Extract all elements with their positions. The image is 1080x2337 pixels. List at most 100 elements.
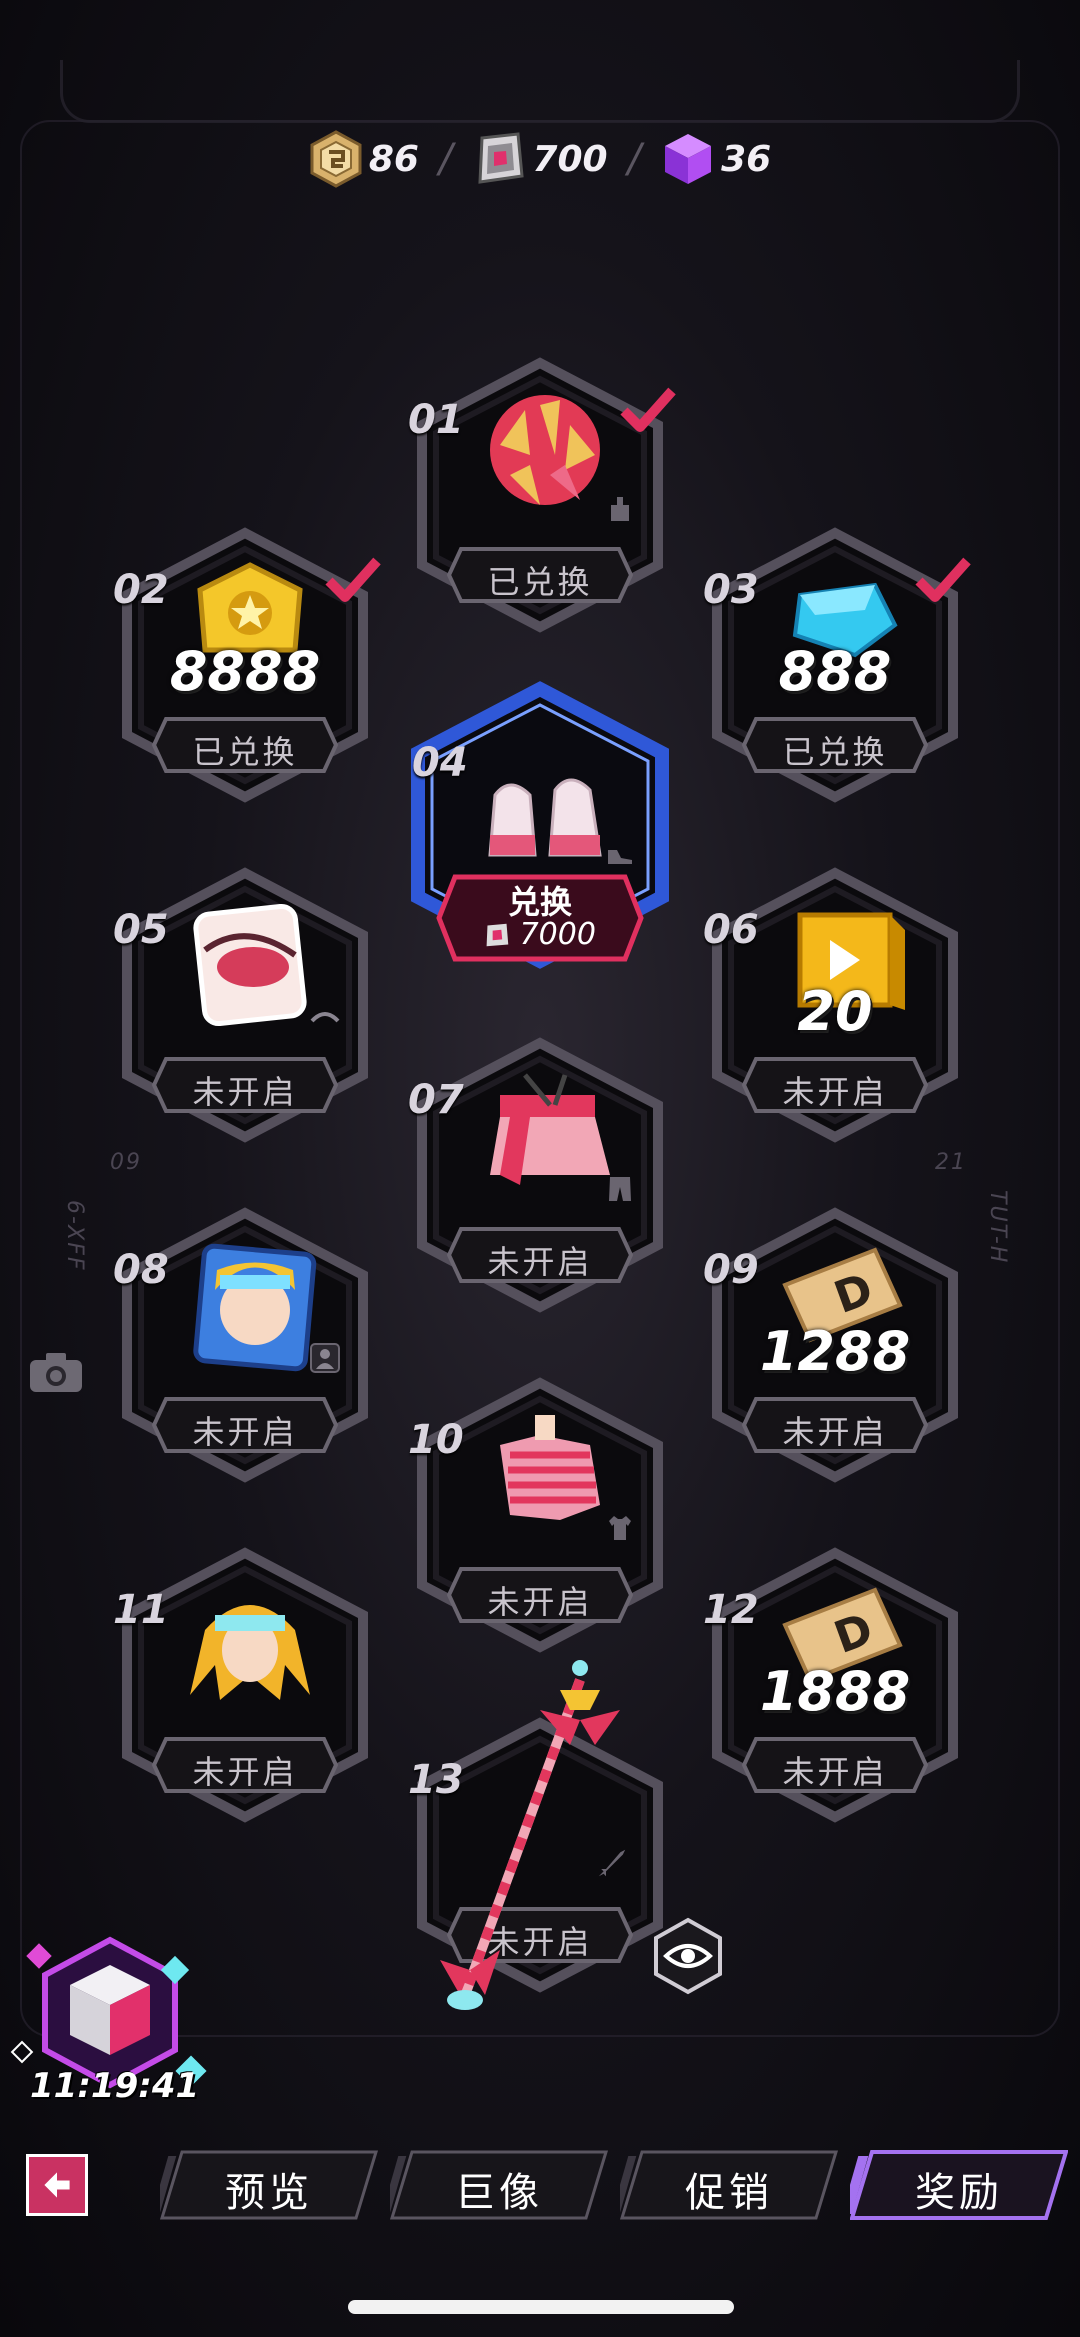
- locked-label: 未开启: [782, 1073, 888, 1111]
- pompom-hair-icon: [490, 395, 600, 505]
- redeem-cost-value: 7000: [519, 917, 596, 952]
- glove-icon: [611, 497, 629, 521]
- claimed-label: 已兑换: [782, 733, 888, 771]
- locked-button[interactable]: 未开启: [740, 1735, 930, 1795]
- pants-icon: [609, 1177, 631, 1201]
- currency-bar: 86 / 700 / 36: [0, 130, 1080, 188]
- claimed-label: 已兑换: [192, 733, 298, 771]
- reward-amount: 8888: [169, 640, 321, 703]
- reward-slot-07[interactable]: 07 未开启: [390, 1025, 690, 1325]
- slot-number: 08: [113, 1247, 169, 1293]
- slot-number: 02: [113, 567, 169, 613]
- slot-number: 09: [703, 1247, 759, 1293]
- check-icon: [620, 385, 676, 435]
- tab-rewards-label: 奖励: [915, 2170, 1003, 2216]
- gold-coin-icon: [310, 130, 362, 188]
- side-label-right: TUT-H: [985, 1190, 1010, 1265]
- locked-label: 未开启: [487, 1583, 593, 1621]
- currency-separator: /: [438, 136, 453, 182]
- reward-slot-03[interactable]: 03 888 已兑换: [685, 515, 985, 815]
- sneakers-icon: [488, 778, 602, 857]
- reward-slot-09[interactable]: 09 D 1288 未开启: [685, 1195, 985, 1495]
- locked-button[interactable]: 未开启: [740, 1395, 930, 1455]
- background-frame-top: [60, 60, 1020, 123]
- currency-separator: /: [627, 136, 642, 182]
- purple-cube-icon: [665, 134, 712, 184]
- slot-number: 01: [408, 397, 464, 443]
- hair-visor-icon: [190, 1605, 310, 1700]
- magic-staff-icon: [440, 1660, 620, 2010]
- tab-rewards[interactable]: 奖励: [850, 2150, 1068, 2220]
- pink-gem-icon: [478, 132, 525, 184]
- reward-slot-05[interactable]: 05 未开启: [95, 855, 395, 1155]
- shoe-icon: [608, 850, 632, 864]
- back-button[interactable]: [26, 2154, 88, 2216]
- eye-preview-icon[interactable]: [648, 1916, 728, 1996]
- side-label-left: 6-XFF: [62, 1200, 87, 1272]
- person-icon: [310, 1343, 340, 1373]
- skirt-icon: [490, 1073, 610, 1185]
- home-indicator[interactable]: [348, 2300, 734, 2314]
- currency-cube: 36: [661, 130, 771, 188]
- slot-number: 05: [113, 907, 169, 953]
- slot-number: 07: [408, 1077, 464, 1123]
- arrow-left-icon: [44, 2172, 70, 2198]
- locked-button[interactable]: 未开启: [150, 1055, 340, 1115]
- eyeshadow-icon: [193, 903, 307, 1027]
- slot-number: 12: [703, 1587, 759, 1633]
- tab-promotion[interactable]: 促销: [620, 2150, 838, 2220]
- tab-colossus[interactable]: 巨像: [390, 2150, 608, 2220]
- slot-number: 03: [703, 567, 759, 613]
- tab-colossus-label: 巨像: [455, 2170, 543, 2216]
- currency-cube-value: 36: [721, 138, 772, 180]
- reward-amount: 888: [778, 640, 892, 703]
- locked-button[interactable]: 未开启: [445, 1565, 635, 1625]
- locked-button[interactable]: 未开启: [150, 1395, 340, 1455]
- reward-slot-08[interactable]: 08 未开启: [95, 1195, 395, 1495]
- reward-slot-04[interactable]: 04 兑换 7000: [390, 675, 690, 975]
- avatar-frame-icon: [193, 1243, 317, 1372]
- claimed-button[interactable]: 已兑换: [150, 715, 340, 775]
- reward-slot-12[interactable]: 12 D 1888 未开启: [685, 1535, 985, 1835]
- check-icon: [915, 555, 971, 605]
- top-icon: [500, 1415, 600, 1520]
- camera-icon[interactable]: [28, 1350, 84, 1394]
- claimed-button[interactable]: 已兑换: [740, 715, 930, 775]
- tab-promotion-label: 促销: [685, 2170, 773, 2216]
- currency-gold: 86: [309, 130, 419, 188]
- slot-number: 10: [408, 1417, 464, 1463]
- reward-amount: 1888: [759, 1660, 911, 1723]
- locked-button[interactable]: 未开启: [445, 1225, 635, 1285]
- reward-slot-01[interactable]: 01 已兑换: [390, 345, 690, 645]
- claimed-label: 已兑换: [487, 563, 593, 601]
- reward-slot-06[interactable]: 06 20 未开启: [685, 855, 985, 1155]
- locked-button[interactable]: 未开启: [150, 1735, 340, 1795]
- reward-amount: 1288: [759, 1320, 911, 1383]
- bottom-nav: 预览 巨像 促销 奖励: [0, 2150, 1080, 2230]
- currency-gold-value: 86: [368, 138, 419, 180]
- tab-preview[interactable]: 预览: [160, 2150, 378, 2220]
- tab-preview-label: 预览: [225, 2170, 313, 2216]
- locked-label: 未开启: [192, 1413, 298, 1451]
- slot-number: 11: [113, 1587, 169, 1633]
- reward-slot-10[interactable]: 10 未开启: [390, 1365, 690, 1665]
- reward-slot-11[interactable]: 11 未开启: [95, 1535, 395, 1835]
- locked-label: 未开启: [192, 1073, 298, 1111]
- slot-number: 06: [703, 907, 759, 953]
- reward-slot-02[interactable]: 02 8888 已兑换: [95, 515, 395, 815]
- redeem-cost: 7000: [435, 917, 645, 952]
- redeem-button[interactable]: 兑换 7000: [435, 873, 645, 963]
- reward-amount: 20: [797, 980, 873, 1043]
- check-icon: [325, 555, 381, 605]
- locked-label: 未开启: [487, 1243, 593, 1281]
- eye-icon: [310, 1012, 340, 1023]
- locked-button[interactable]: 未开启: [740, 1055, 930, 1115]
- locked-label: 未开启: [782, 1753, 888, 1791]
- locked-label: 未开启: [192, 1753, 298, 1791]
- slot-number: 04: [412, 740, 468, 786]
- claimed-button[interactable]: 已兑换: [445, 545, 635, 605]
- pink-gem-icon: [486, 923, 509, 947]
- currency-gem-value: 700: [532, 138, 608, 180]
- countdown-timer: 11:19:41: [30, 2066, 200, 2106]
- locked-label: 未开启: [782, 1413, 888, 1451]
